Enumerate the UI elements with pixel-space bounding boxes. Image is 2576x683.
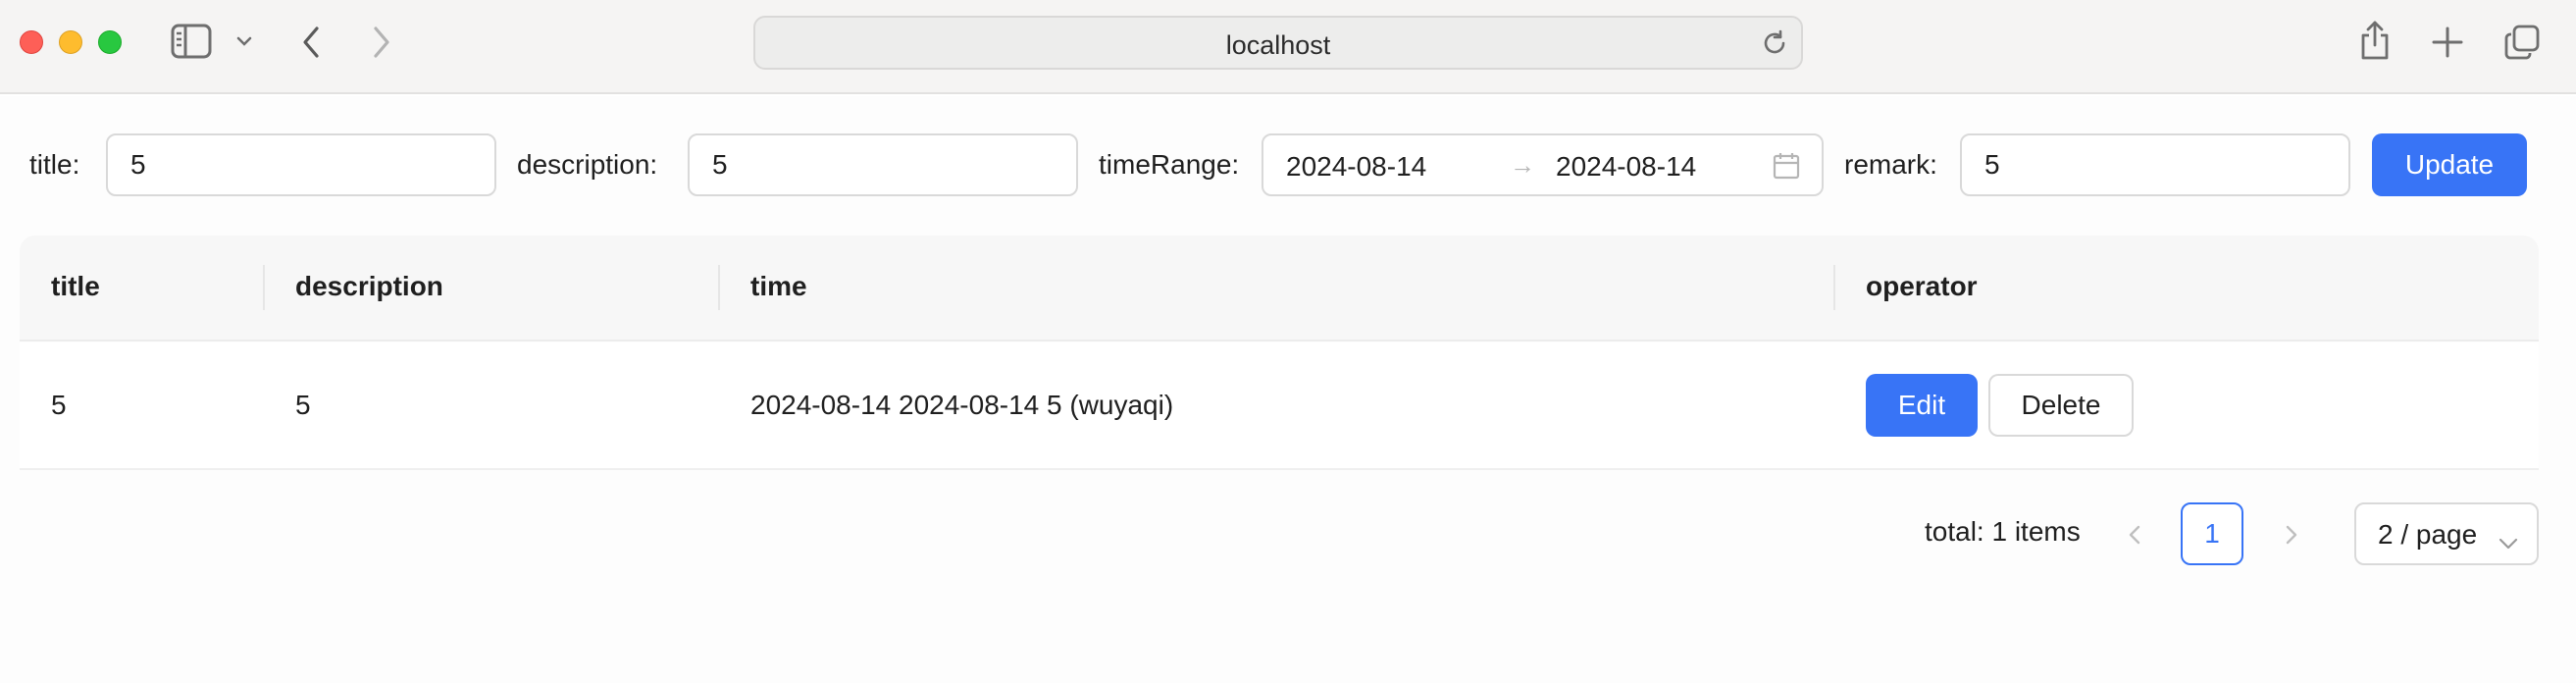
time-range-label: timeRange: [1099, 149, 1240, 180]
column-header-title: title [51, 271, 100, 301]
time-range-end[interactable]: 2024-08-14 [1556, 151, 1696, 183]
cell-time: 2024-08-14 2024-08-14 5 (wuyaqi) [750, 390, 1174, 420]
url-text: localhost [1225, 30, 1331, 60]
title-input[interactable]: 5 [106, 133, 496, 196]
close-window-button[interactable] [20, 30, 43, 54]
share-icon[interactable] [2358, 20, 2392, 61]
browser-toolbar: localhost [0, 0, 2576, 94]
new-tab-icon[interactable] [2431, 26, 2464, 59]
update-button[interactable]: Update [2372, 133, 2527, 196]
cell-title: 5 [51, 390, 67, 420]
address-bar[interactable]: localhost [753, 16, 1803, 70]
description-label: description: [517, 149, 658, 180]
time-range-picker[interactable]: 2024-08-14 → 2024-08-14 [1262, 133, 1824, 196]
time-range-separator: → [1510, 150, 1535, 180]
description-input[interactable]: 5 [688, 133, 1078, 196]
title-label: title: [29, 149, 80, 180]
table-header: title description time operator [20, 236, 2539, 342]
table-row: 5 5 2024-08-14 2024-08-14 5 (wuyaqi) Edi… [20, 342, 2539, 470]
minimize-window-button[interactable] [59, 30, 82, 54]
column-header-time: time [750, 271, 807, 301]
column-header-description: description [295, 271, 443, 301]
time-range-start[interactable]: 2024-08-14 [1286, 151, 1426, 183]
column-divider [1833, 265, 1835, 310]
reload-icon[interactable] [1760, 28, 1789, 63]
page-size-select[interactable]: 2 / page [2354, 502, 2539, 565]
cell-description: 5 [295, 390, 311, 420]
column-divider [718, 265, 720, 310]
chevron-down-icon [2498, 526, 2519, 557]
page-size-value: 2 / page [2378, 519, 2478, 550]
tabs-overview-icon[interactable] [2503, 24, 2541, 61]
prev-page-icon[interactable] [2125, 524, 2144, 551]
chevron-down-icon[interactable] [235, 35, 253, 47]
pagination-total: total: 1 items [1925, 516, 2081, 547]
column-divider [263, 265, 265, 310]
edit-button[interactable]: Edit [1866, 374, 1978, 437]
sidebar-icon[interactable] [171, 24, 212, 59]
delete-button[interactable]: Delete [1988, 374, 2134, 437]
page-item-current[interactable]: 1 [2181, 502, 2243, 565]
forward-icon[interactable] [371, 26, 392, 59]
remark-input[interactable]: 5 [1960, 133, 2350, 196]
zoom-window-button[interactable] [98, 30, 122, 54]
column-header-operator: operator [1866, 271, 1978, 301]
back-icon[interactable] [300, 26, 322, 59]
remark-label: remark: [1844, 149, 1937, 180]
next-page-icon[interactable] [2282, 524, 2301, 551]
page-content: title: 5 description: 5 timeRange: 2024-… [0, 96, 2576, 683]
calendar-icon [1772, 151, 1801, 185]
